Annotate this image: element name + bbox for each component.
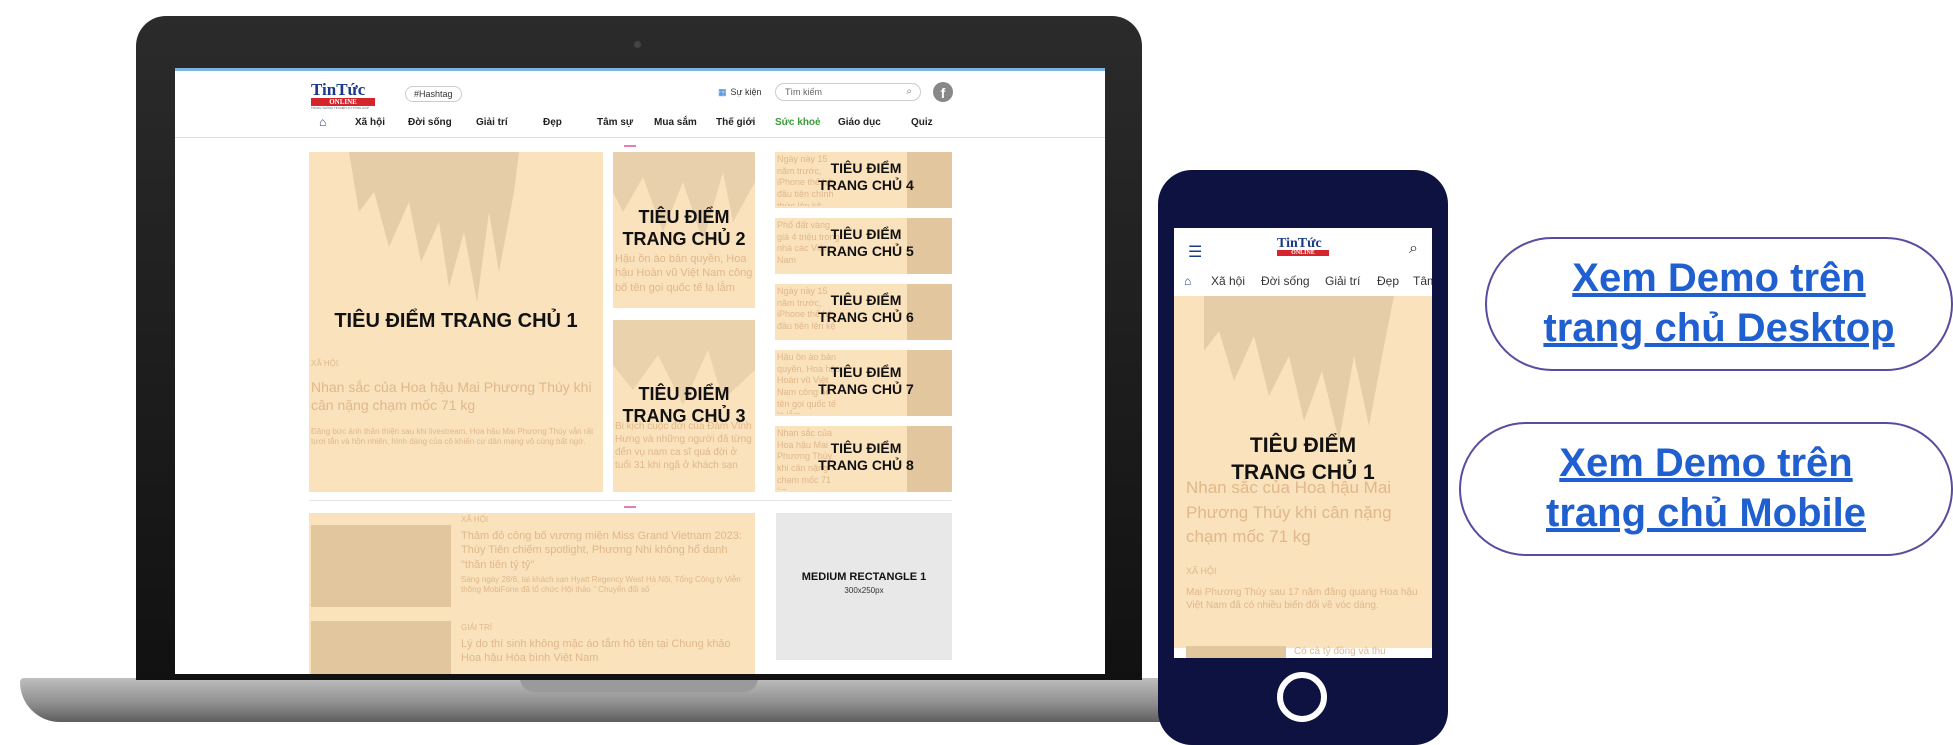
nav-item-doi-song[interactable]: Đời sống <box>1261 274 1310 288</box>
section-divider <box>309 500 952 501</box>
nav-item-mua-sam[interactable]: Mua sắm <box>654 117 697 128</box>
featured-slot-4[interactable]: Ngày này 15 năm trước, iPhone thế hệ đầu… <box>775 152 952 208</box>
featured-slot-5[interactable]: Phố đất vàng giá 4 triệu trong nhà các V… <box>775 218 952 274</box>
featured-slot-8[interactable]: Nhan sắc của Hoa hậu Mai Phương Thúy khi… <box>775 426 952 492</box>
screen-top-accent <box>175 68 1105 71</box>
nav-item-quiz[interactable]: Quiz <box>911 117 933 128</box>
nav-item-tam-su[interactable]: Tâm sự <box>597 117 633 128</box>
demo-desktop-line-1: Xem Demo trên <box>1572 256 1866 300</box>
mobile-next-item[interactable]: Có cả tỷ đồng và thu <box>1294 645 1386 658</box>
site-logo[interactable]: TinTức ONLINE <box>1277 236 1329 256</box>
demo-mobile-button[interactable]: Xem Demo trên trang chủ Mobile <box>1459 422 1953 556</box>
laptop-bezel-bottom <box>136 674 1142 680</box>
search-input[interactable]: Tìm kiếm ⌕ <box>775 83 921 101</box>
menu-icon[interactable]: ☰ <box>1188 242 1202 262</box>
home-button[interactable] <box>1277 672 1327 722</box>
nav-item-giao-duc[interactable]: Giáo dục <box>838 117 881 128</box>
article-sapo: Sáng ngày 28/6, tại khách sạn Hyatt Rege… <box>461 575 741 595</box>
article-headline[interactable]: Lý do thí sinh không mặc áo tắm hô tên t… <box>461 637 751 666</box>
nav-item-xa-hoi[interactable]: Xã hội <box>1211 274 1245 288</box>
mobile-featured-slot-1[interactable]: Nhan sắc của Hoa hậu Mai Phương Thúy khi… <box>1174 296 1432 648</box>
featured-slot-1[interactable]: TIÊU ĐIỂM TRANG CHỦ 1 XÃ HỘI Nhan sắc củ… <box>309 152 603 492</box>
mobile-nav: ⌂ Xã hội Đời sống Giải trí Đẹp Tâm sự <box>1174 272 1432 294</box>
section-marker <box>624 506 636 508</box>
slot-label: TIÊU ĐIỂM TRANG CHỦ 5 <box>818 226 914 259</box>
nav-item-tam-su[interactable]: Tâm sự <box>1413 274 1432 288</box>
article-tag: XÃ HỘI <box>461 515 489 524</box>
featured-slot-6[interactable]: Ngày này 15 năm trước, iPhone thế hệ đầu… <box>775 284 952 340</box>
section-marker <box>624 145 636 147</box>
slot-3-text: Bi kịch cuộc đời của Đàm Vĩnh Hưng và nh… <box>615 421 752 471</box>
mobile-screen: ☰ TinTức ONLINE ⌕ ⌂ Xã hội Đời sống Giải… <box>1174 228 1432 658</box>
event-link[interactable]: ▦ Sự kiện <box>718 87 762 98</box>
hero-sapo: Đăng bức ảnh thân thiện sau khi livestre… <box>311 427 594 447</box>
search-icon[interactable]: ⌕ <box>1409 240 1418 258</box>
camera-icon <box>634 41 641 48</box>
laptop-notch <box>520 678 758 692</box>
slot-label: TIÊU ĐIỂM TRANG CHỦ 1 <box>1231 434 1375 485</box>
article-list: XÃ HỘI Thảm đỏ công bố vương miện Miss G… <box>309 513 755 674</box>
search-placeholder: Tìm kiếm <box>785 87 822 97</box>
desktop-screen: TinTức ONLINE TRANG THÔNG TIN ĐIỆN TỬ TỔ… <box>175 68 1105 674</box>
nav-item-the-gioi[interactable]: Thế giới <box>716 117 755 128</box>
article-tag: GIẢI TRÍ <box>461 623 492 632</box>
nav-item-giai-tri[interactable]: Giải trí <box>476 117 508 128</box>
slot-label: TIÊU ĐIỂM TRANG CHỦ 6 <box>818 292 914 325</box>
ad-size: 300x250px <box>844 586 884 595</box>
calendar-icon: ▦ <box>718 87 727 97</box>
slot-label: TIÊU ĐIỂM TRANG CHỦ 2 <box>622 207 746 249</box>
featured-slot-2[interactable]: TIÊU ĐIỂM TRANG CHỦ 2 Hậu ồn ào bản quyề… <box>613 152 755 308</box>
event-label: Sự kiện <box>730 87 762 97</box>
hero-tag: XÃ HỘI <box>311 359 339 368</box>
nav-item-doi-song[interactable]: Đời sống <box>408 117 452 128</box>
hero-headline: Nhan sắc của Hoa hậu Mai Phương Thúy khi… <box>311 379 592 414</box>
placeholder-image <box>349 152 519 302</box>
logo-wordmark: TinTức <box>311 80 366 99</box>
medium-rectangle-ad[interactable]: MEDIUM RECTANGLE 1 300x250px <box>776 513 952 660</box>
article-thumbnail[interactable] <box>311 525 451 607</box>
mobile-hero-tag: XÃ HỘI <box>1186 566 1217 576</box>
slot-label: TIÊU ĐIỂM TRANG CHỦ 4 <box>818 160 914 193</box>
nav-item-giai-tri[interactable]: Giải trí <box>1325 274 1360 288</box>
site-logo[interactable]: TinTức ONLINE TRANG THÔNG TIN ĐIỆN TỬ TỔ… <box>311 80 375 110</box>
mobile-hero-headline: Nhan sắc của Hoa hậu Mai Phương Thúy khi… <box>1186 478 1392 547</box>
featured-slot-7[interactable]: Hậu ồn ào bản quyền, Hoa hậu Hoàn vũ Việ… <box>775 350 952 416</box>
nav-item-suc-khoe[interactable]: Sức khoẻ <box>775 117 821 128</box>
demo-mobile-line-2: trang chủ Mobile <box>1546 491 1866 535</box>
demo-desktop-button[interactable]: Xem Demo trên trang chủ Desktop <box>1485 237 1953 371</box>
slot-label: TIÊU ĐIỂM TRANG CHỦ 1 <box>334 310 578 332</box>
demo-desktop-line-2: trang chủ Desktop <box>1543 306 1895 350</box>
article-thumbnail[interactable] <box>1186 646 1286 658</box>
logo-tagline: TRANG THÔNG TIN ĐIỆN TỬ TỔNG HỢP <box>311 106 369 110</box>
featured-slot-3[interactable]: TIÊU ĐIỂM TRANG CHỦ 3 Bi kịch cuộc đời c… <box>613 320 755 492</box>
slot-label: TIÊU ĐIỂM TRANG CHỦ 8 <box>818 440 914 473</box>
home-icon[interactable]: ⌂ <box>1184 274 1191 288</box>
search-icon[interactable]: ⌕ <box>906 86 912 97</box>
facebook-icon[interactable]: f <box>933 82 953 102</box>
slot-label: TIÊU ĐIỂM TRANG CHỦ 7 <box>818 364 914 397</box>
home-icon[interactable]: ⌂ <box>319 115 326 129</box>
placeholder-image <box>1204 296 1394 441</box>
demo-mobile-line-1: Xem Demo trên <box>1559 441 1853 485</box>
article-headline[interactable]: Thảm đỏ công bố vương miện Miss Grand Vi… <box>461 529 751 572</box>
ad-label: MEDIUM RECTANGLE 1 <box>801 571 927 583</box>
mobile-hero-sapo: Mai Phương Thúy sau 17 năm đăng quang Ho… <box>1186 587 1418 611</box>
nav-item-dep[interactable]: Đẹp <box>1377 274 1399 288</box>
slot-2-text: Hậu ồn ào bản quyền, Hoa hậu Hoàn vũ Việ… <box>615 253 753 294</box>
nav-item-dep[interactable]: Đẹp <box>543 117 562 128</box>
article-thumbnail[interactable] <box>311 621 451 674</box>
hashtag-chip[interactable]: #Hashtag <box>405 86 462 102</box>
nav-item-xa-hoi[interactable]: Xã hội <box>355 117 385 128</box>
main-nav: ⌂ Xã hội Đời sống Giải trí Đẹp Tâm sự Mu… <box>175 112 1105 138</box>
